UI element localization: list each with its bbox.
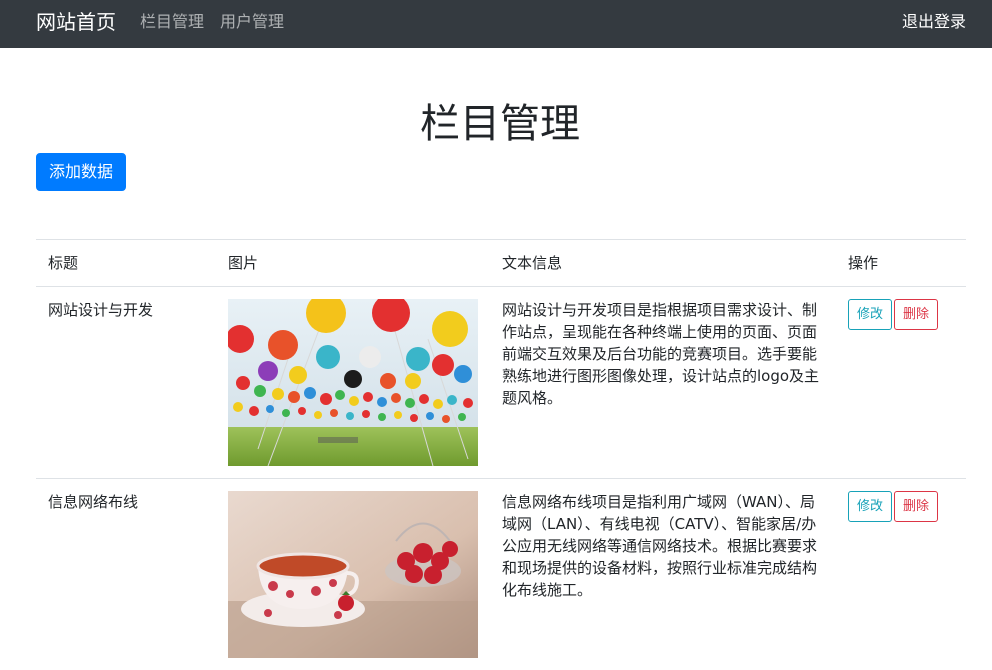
row-title: 网站设计与开发 [36, 287, 216, 479]
row-image-cell [216, 287, 490, 479]
row-title: 信息网络布线 [36, 479, 216, 670]
data-table: 标题 图片 文本信息 操作 网站设计与开发 [36, 239, 966, 670]
logout-link[interactable]: 退出登录 [902, 12, 966, 32]
nav-link-column-management[interactable]: 栏目管理 [140, 12, 204, 32]
add-data-button[interactable]: 添加数据 [36, 153, 126, 191]
teacup-image [228, 491, 478, 658]
header-actions: 操作 [836, 240, 966, 287]
table-header-row: 标题 图片 文本信息 操作 [36, 240, 966, 287]
header-image: 图片 [216, 240, 490, 287]
edit-button[interactable]: 修改 [848, 491, 892, 522]
table-row: 网站设计与开发 [36, 287, 966, 479]
table-row: 信息网络布线 [36, 479, 966, 670]
delete-button[interactable]: 删除 [894, 491, 938, 522]
nav-link-user-management[interactable]: 用户管理 [220, 12, 284, 32]
row-actions: 修改删除 [836, 287, 966, 479]
edit-button[interactable]: 修改 [848, 299, 892, 330]
row-text: 信息网络布线项目是指利用广域网（WAN）、局域网（LAN）、有线电视（CATV）… [490, 479, 836, 670]
header-text-info: 文本信息 [490, 240, 836, 287]
delete-button[interactable]: 删除 [894, 299, 938, 330]
balloons-image [228, 299, 478, 466]
brand-link[interactable]: 网站首页 [36, 9, 116, 35]
row-text: 网站设计与开发项目是指根据项目需求设计、制作站点，呈现能在各种终端上使用的页面、… [490, 287, 836, 479]
header-title: 标题 [36, 240, 216, 287]
row-image-cell [216, 479, 490, 670]
row-actions: 修改删除 [836, 479, 966, 670]
page-title: 栏目管理 [0, 98, 992, 150]
top-navbar: 网站首页 栏目管理 用户管理 退出登录 [0, 0, 992, 48]
